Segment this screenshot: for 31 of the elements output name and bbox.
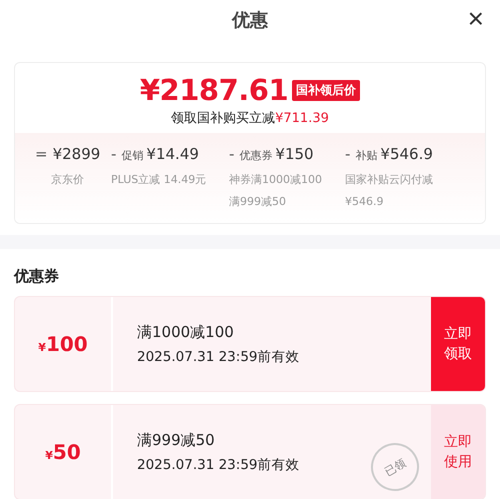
breakdown-note: ¥546.9 xyxy=(345,194,384,210)
breakdown-label: 优惠券 xyxy=(239,148,272,163)
coupon-condition: 满1000减100 xyxy=(137,322,234,342)
breakdown-note: 神券满1000减100 xyxy=(229,172,323,188)
coupon-validity: 2025.07.31 23:59前有效 xyxy=(137,348,300,366)
breakdown-amount: ¥14.49 xyxy=(146,145,199,163)
operator-sign: - xyxy=(111,145,116,163)
coupon-value: ¥100 xyxy=(38,332,88,356)
breakdown-label: 补贴 xyxy=(355,148,378,163)
breakdown-note: PLUS立减 14.49元 xyxy=(111,172,208,188)
breakdown-label: 促销 xyxy=(121,148,144,163)
operator-sign: - xyxy=(229,145,234,163)
coupon-action-button[interactable]: 立即使用 xyxy=(431,405,485,499)
breakdown-note: 京东价 xyxy=(50,172,85,188)
breakdown-amount: ¥150 xyxy=(275,145,314,163)
close-button[interactable]: × xyxy=(464,4,488,34)
coupon-validity: 2025.07.31 23:59前有效 xyxy=(137,456,300,474)
breakdown-amount: ¥2899 xyxy=(52,145,100,163)
operator-sign: = xyxy=(35,145,48,163)
saving-text: 领取国补购买立减¥711.39 xyxy=(170,110,330,128)
operator-sign: - xyxy=(345,145,350,163)
final-price: ¥2187.61 xyxy=(140,73,288,107)
breakdown-note: 满999减50 xyxy=(229,194,287,210)
section-title: 优惠券 xyxy=(14,267,60,286)
dialog-title: 优惠 xyxy=(232,9,268,32)
coupon-condition: 满999减50 xyxy=(137,430,215,450)
breakdown-note: 国家补贴云闪付减 xyxy=(345,172,434,188)
coupon-value: ¥50 xyxy=(45,440,81,464)
price-badge: 国补领后价 xyxy=(292,80,360,100)
coupon-action-button[interactable]: 立即领取 xyxy=(431,297,485,391)
breakdown-amount: ¥546.9 xyxy=(380,145,433,163)
